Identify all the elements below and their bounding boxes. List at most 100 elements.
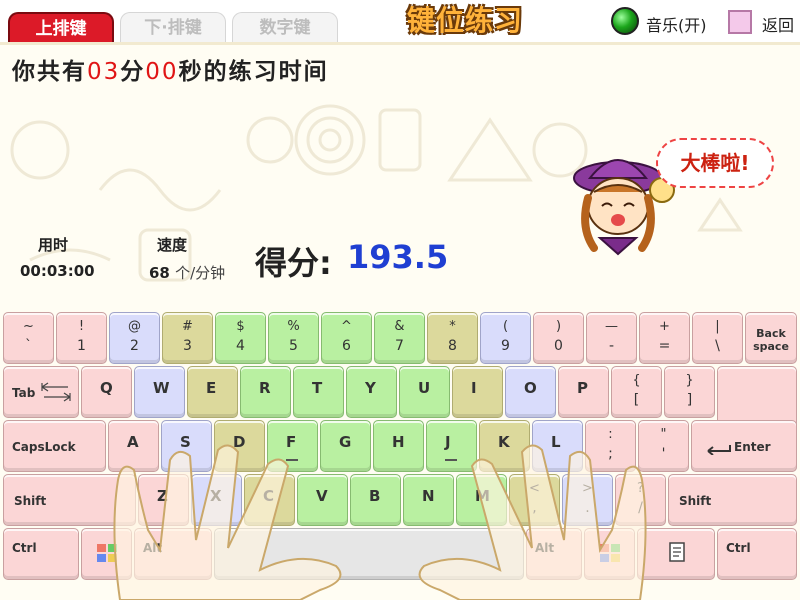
key-w[interactable]: W — [134, 366, 185, 418]
key-4[interactable]: $4 — [215, 312, 266, 364]
key-win-right[interactable] — [584, 528, 635, 580]
key-label: B — [369, 487, 381, 505]
key-menu[interactable] — [637, 528, 715, 580]
key-u[interactable]: U — [399, 366, 450, 418]
speed-value: 68 — [149, 264, 170, 282]
key-label: L — [551, 433, 561, 451]
key-2[interactable]: @2 — [109, 312, 160, 364]
key-shift-left[interactable]: Shift — [3, 474, 136, 526]
key-win-left[interactable] — [81, 528, 132, 580]
music-toggle-label[interactable]: 音乐(开) — [646, 12, 707, 36]
key-z[interactable]: Z — [138, 474, 189, 526]
key-k[interactable]: K — [479, 420, 530, 472]
tab-upper-row-keys[interactable]: 上排键 — [8, 12, 114, 42]
key-g[interactable]: G — [320, 420, 371, 472]
key-label-top: > — [582, 481, 593, 496]
key-label-top: { — [632, 373, 641, 388]
key-label-top: % — [287, 319, 300, 334]
key-8[interactable]: * 8 — [427, 312, 478, 364]
key-right-bracket[interactable]: }] — [664, 366, 715, 418]
key-d[interactable]: D — [214, 420, 265, 472]
practice-minutes-unit: 分 — [120, 59, 146, 85]
key-j[interactable]: J — [426, 420, 477, 472]
back-button-label[interactable]: 返回 — [762, 12, 794, 36]
key-backslash[interactable]: | \ — [692, 312, 743, 364]
key-label-top: ! — [78, 319, 85, 334]
tab-lower-row-keys[interactable]: 下·排键 — [120, 12, 226, 42]
key-0[interactable]: ) 0 — [533, 312, 584, 364]
key-quote[interactable]: " ' — [638, 420, 689, 472]
key-space[interactable] — [214, 528, 524, 580]
back-square-icon[interactable] — [728, 10, 752, 34]
key-shift-right[interactable]: Shift — [668, 474, 797, 526]
key-label: U — [418, 379, 431, 397]
key-enter[interactable]: Enter — [691, 420, 797, 472]
key-label: Back space — [753, 327, 789, 353]
home-key-bump — [286, 459, 298, 461]
key-y[interactable]: Y — [346, 366, 397, 418]
key-n[interactable]: N — [403, 474, 454, 526]
key-label-bottom: 4 — [236, 338, 245, 354]
key-1[interactable]: ! 1 — [56, 312, 107, 364]
key-backtick[interactable]: ~ ` — [3, 312, 54, 364]
key-label: Ctrl — [726, 541, 751, 555]
tab-number-keys[interactable]: 数字键 — [232, 12, 338, 42]
key-semicolon[interactable]: :; — [585, 420, 636, 472]
home-key-bump — [445, 459, 457, 461]
key-label: F — [286, 433, 297, 451]
key-ctrl-left[interactable]: Ctrl — [3, 528, 79, 580]
key-9[interactable]: (9 — [480, 312, 531, 364]
tab-arrows-icon — [41, 382, 71, 402]
key-label: S — [180, 433, 191, 451]
key-equals[interactable]: + = — [639, 312, 690, 364]
menu-key-icon — [669, 542, 685, 562]
key-label-top: — — [605, 319, 618, 334]
key-label-top: @ — [128, 319, 141, 334]
key-6[interactable]: ^ 6 — [321, 312, 372, 364]
key-r[interactable]: R — [240, 366, 291, 418]
key-label: Shift — [14, 494, 47, 508]
key-3[interactable]: #3 — [162, 312, 213, 364]
key-label: D — [233, 433, 246, 451]
key-h[interactable]: H — [373, 420, 424, 472]
key-backspace[interactable]: Back space — [745, 312, 797, 364]
key-label: G — [339, 433, 352, 451]
key-label-bottom: 7 — [395, 338, 404, 354]
key-label-top: | — [715, 319, 720, 334]
app-title: 键位练习 — [406, 4, 523, 37]
key-ctrl-right[interactable]: Ctrl — [717, 528, 797, 580]
key-slash[interactable]: ? / — [615, 474, 666, 526]
key-b[interactable]: B — [350, 474, 401, 526]
key-minus[interactable]: — - — [586, 312, 637, 364]
key-period[interactable]: >. — [562, 474, 613, 526]
key-label-bottom: ' — [661, 446, 666, 462]
key-v[interactable]: V — [297, 474, 348, 526]
music-toggle-icon[interactable] — [611, 7, 639, 35]
key-q[interactable]: Q — [81, 366, 132, 418]
key-left-bracket[interactable]: {[ — [611, 366, 662, 418]
key-alt-right[interactable]: Alt — [526, 528, 582, 580]
key-e[interactable]: E — [187, 366, 238, 418]
key-label-top: ^ — [341, 319, 352, 334]
key-5[interactable]: % 5 — [268, 312, 319, 364]
key-label-bottom: \ — [715, 338, 720, 354]
key-7[interactable]: & 7 — [374, 312, 425, 364]
key-l[interactable]: L — [532, 420, 583, 472]
key-tab[interactable]: Tab — [3, 366, 79, 418]
key-label: R — [259, 379, 271, 397]
key-capslock[interactable]: CapsLock — [3, 420, 106, 472]
key-f[interactable]: F — [267, 420, 318, 472]
key-m[interactable]: M — [456, 474, 507, 526]
key-a[interactable]: A — [108, 420, 159, 472]
key-label-bottom: = — [658, 338, 671, 354]
key-t[interactable]: T — [293, 366, 344, 418]
key-o[interactable]: O — [505, 366, 556, 418]
key-comma[interactable]: <, — [509, 474, 560, 526]
key-alt-left[interactable]: Alt — [134, 528, 212, 580]
key-c[interactable]: C — [244, 474, 295, 526]
key-s[interactable]: S — [161, 420, 212, 472]
enter-arrow-icon — [707, 445, 731, 455]
key-p[interactable]: P — [558, 366, 609, 418]
key-x[interactable]: X — [191, 474, 242, 526]
key-i[interactable]: I — [452, 366, 503, 418]
